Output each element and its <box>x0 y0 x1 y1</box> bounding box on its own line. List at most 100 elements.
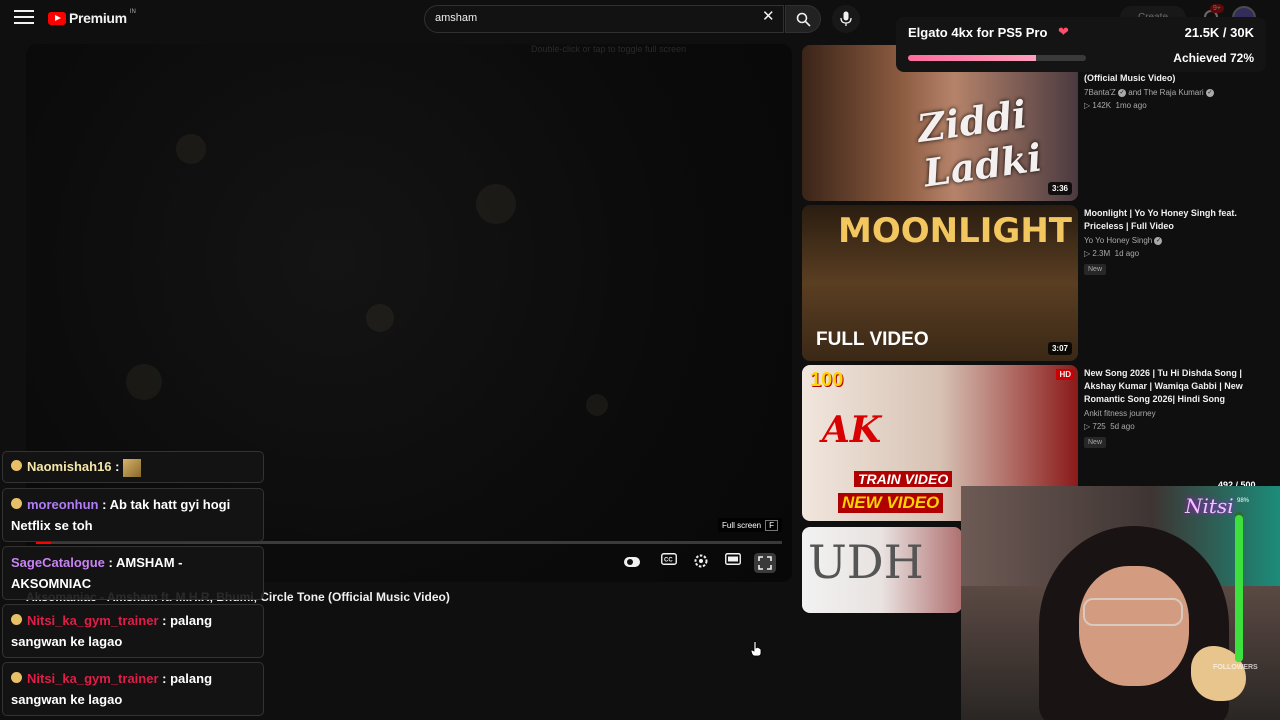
logo-region: IN <box>129 9 136 15</box>
webcam-person-face <box>1079 566 1189 686</box>
hd-badge: HD <box>1056 369 1074 380</box>
recommendation-thumbnail[interactable]: UDH <box>802 527 962 613</box>
hand-cursor-icon <box>750 641 762 657</box>
bokeh-dot <box>126 364 162 400</box>
verified-icon: ✓ <box>1118 88 1127 97</box>
recommendation-channel[interactable]: Ankit fitness journey <box>1084 409 1260 418</box>
recommendation-stats: ▷ 725 5d ago <box>1084 422 1135 431</box>
verified-icon: ✓ <box>1154 236 1163 245</box>
thumbnail-text: Ziddi Ladki <box>914 91 1045 196</box>
gear-icon <box>694 554 708 568</box>
neon-sign: Nitsi <box>1185 494 1234 518</box>
channel-name: Ankit fitness journey <box>1084 409 1156 418</box>
youtube-logo-icon <box>48 11 66 25</box>
chat-badge-icon <box>11 498 22 510</box>
clear-search-icon[interactable]: ✕ <box>762 9 775 24</box>
recommendation-title[interactable]: New Song 2026 | Tu Hi Dishda Song | Aksh… <box>1084 367 1260 406</box>
chat-message: SageCatalogue : AMSHAM - AKSOMNIAC <box>2 546 264 600</box>
recommendation-title[interactable]: Moonlight | Yo Yo Honey Singh feat. Pric… <box>1084 207 1260 233</box>
goal-title: Elgato 4kx for PS5 Pro <box>908 25 1048 40</box>
view-count: 2.3M <box>1092 249 1111 258</box>
new-badge: New <box>1084 437 1107 448</box>
bokeh-dot <box>176 134 206 164</box>
recommendation-thumbnail[interactable]: MOONLIGHT FULL VIDEO 3:07 <box>802 205 1078 361</box>
recommendation-title[interactable]: (Official Music Video) <box>1084 72 1260 85</box>
chat-separator: : <box>108 555 113 570</box>
upload-age: 1mo ago <box>1115 101 1147 110</box>
fullscreen-tooltip: Full screen F <box>718 518 783 532</box>
logo-text: Premium <box>69 10 127 26</box>
hamburger-menu-icon[interactable] <box>14 10 34 28</box>
goal-progress-bar <box>908 55 1086 61</box>
chat-separator: : <box>102 497 107 512</box>
fullscreen-tooltip-label: Full screen <box>722 520 762 530</box>
recommendation-stats: ▷ 2.3M 1d ago <box>1084 249 1140 258</box>
bokeh-dot <box>476 184 516 224</box>
chat-message: Nitsi_ka_gym_trainer : palang sangwan ke… <box>2 604 264 658</box>
streamer-webcam: Nitsi 98% FOLLOWERS <box>961 486 1280 720</box>
heart-icon: ❤ <box>1058 24 1069 39</box>
chat-username: moreonhun <box>27 497 99 512</box>
chat-badge-icon <box>11 460 22 472</box>
video-duration: 3:36 <box>1047 182 1072 195</box>
goal-count: 21.5K / 30K <box>1184 25 1254 40</box>
recommendation-card[interactable]: MOONLIGHT FULL VIDEO 3:07 Moonlight | Yo… <box>802 205 1272 361</box>
recommendation-meta: Moonlight | Yo Yo Honey Singh feat. Pric… <box>1084 207 1260 276</box>
youtube-premium-logo[interactable]: Premium IN <box>48 9 136 26</box>
microphone-icon <box>840 11 852 26</box>
recommendation-meta: New Song 2026 | Tu Hi Dishda Song | Aksh… <box>1084 367 1260 449</box>
recommendation-meta: (Official Music Video) 7Banta'Z ✓ and Th… <box>1084 72 1260 110</box>
chat-separator: : <box>162 671 167 686</box>
thumbnail-subtext: TRAIN VIDEO <box>854 471 953 487</box>
chat-message: moreonhun : Ab tak hatt gyi hogi Netflix… <box>2 488 264 542</box>
fullscreen-button[interactable] <box>754 553 776 573</box>
chat-badge-icon <box>11 614 22 626</box>
chat-sticker-image <box>123 458 142 477</box>
view-count: 142K <box>1092 101 1112 110</box>
search-button[interactable] <box>785 5 821 33</box>
miniplayer-icon <box>725 553 741 565</box>
channel-name-2: and The Raja Kumari <box>1128 88 1204 97</box>
fullscreen-icon <box>758 556 772 570</box>
settings-button[interactable] <box>690 553 712 573</box>
notification-badge: 9+ <box>1210 4 1224 13</box>
thumbnail-subtext: FULL VIDEO <box>816 329 929 350</box>
chat-separator: : <box>115 459 120 474</box>
voice-search-button[interactable] <box>832 5 860 33</box>
upload-age: 5d ago <box>1110 422 1135 431</box>
chat-badge-icon <box>11 672 22 684</box>
recommendation-stats: ▷ 142K 1mo ago <box>1084 101 1147 110</box>
player-hint: Double-click or tap to toggle full scree… <box>531 44 687 54</box>
recommendation-channel[interactable]: 7Banta'Z ✓ and The Raja Kumari ✓ <box>1084 88 1260 97</box>
verified-icon: ✓ <box>1205 88 1214 97</box>
goal-progress-fill <box>908 55 1037 61</box>
thumbnail-text: UDH <box>808 535 924 589</box>
chat-username: SageCatalogue <box>11 555 105 570</box>
goal-achieved: Achieved 72% <box>1173 51 1254 65</box>
autoplay-toggle[interactable] <box>624 557 640 567</box>
thumbnail-text: AK <box>822 409 882 451</box>
thumbnail-subtext-2: NEW VIDEO <box>838 493 944 513</box>
subtitles-button[interactable]: CC <box>658 553 680 573</box>
chat-username: Nitsi_ka_gym_trainer <box>27 671 159 686</box>
search-box <box>424 5 784 33</box>
chat-message: Naomishah16 : <box>2 451 264 483</box>
chat-message: Nitsi_ka_gym_trainer : palang sangwan ke… <box>2 662 264 716</box>
chat-separator: : <box>162 613 167 628</box>
thumbnail-corner-text: 100 <box>810 369 844 391</box>
svg-text:CC: CC <box>664 558 673 564</box>
view-count: 725 <box>1092 422 1106 431</box>
chat-username: Naomishah16 <box>27 459 112 474</box>
recommendation-channel[interactable]: Yo Yo Honey Singh ✓ <box>1084 236 1260 245</box>
bokeh-dot <box>586 394 608 416</box>
search-icon <box>796 12 811 27</box>
video-duration: 3:07 <box>1047 342 1072 355</box>
fullscreen-shortcut-key: F <box>765 519 779 531</box>
channel-name: Yo Yo Honey Singh <box>1084 236 1153 245</box>
theater-mode-button[interactable] <box>722 553 744 573</box>
search-input[interactable] <box>435 12 735 24</box>
goal-overlay: Elgato 4kx for PS5 Pro ❤ 21.5K / 30K Ach… <box>896 17 1266 72</box>
new-badge: New <box>1084 264 1107 275</box>
upload-age: 1d ago <box>1114 249 1140 258</box>
followers-percent: 98% <box>1237 498 1250 504</box>
